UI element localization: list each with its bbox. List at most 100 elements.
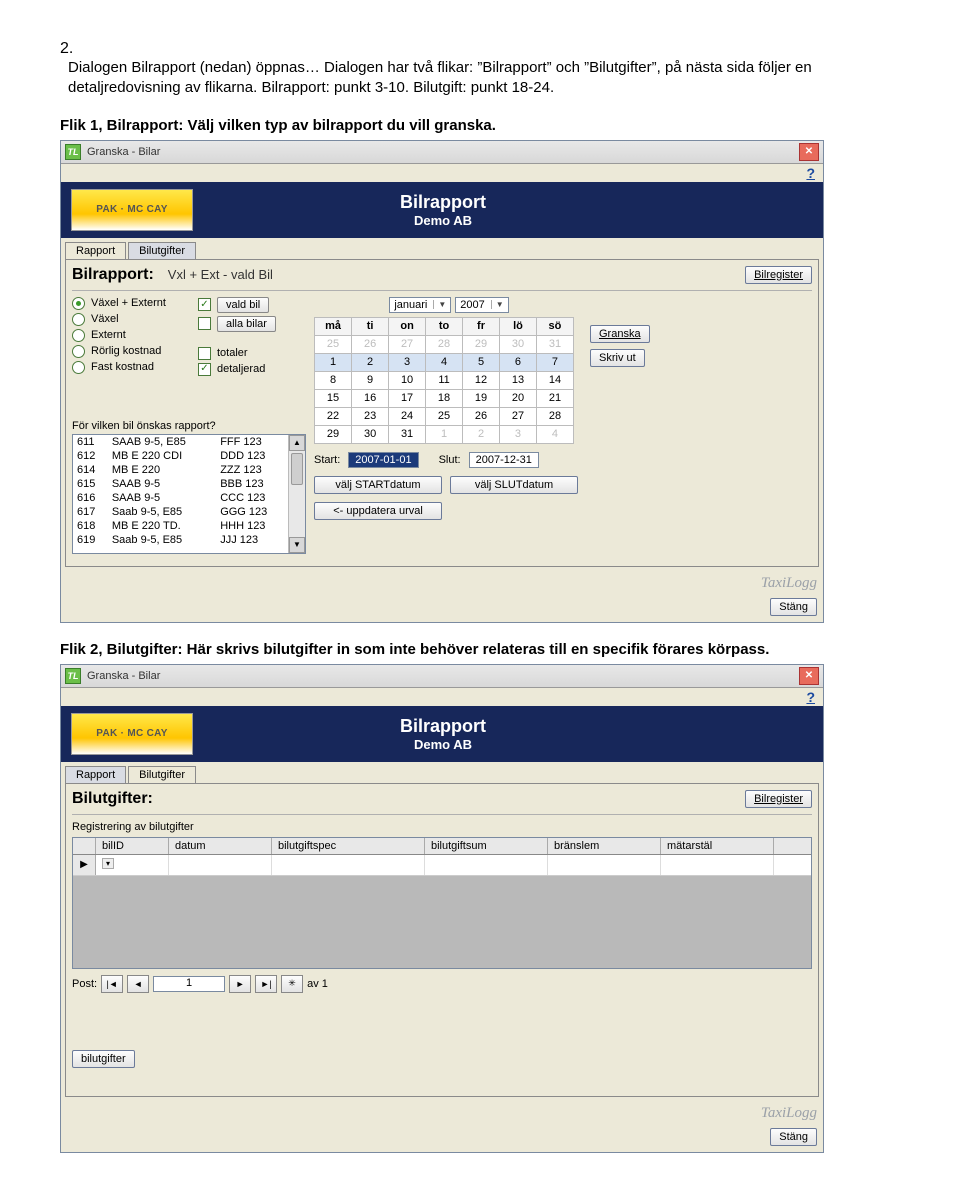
- help-icon[interactable]: ?: [806, 689, 815, 705]
- logo: PAK · MC CAY: [71, 713, 193, 755]
- radio-4[interactable]: [72, 361, 85, 374]
- slut-date-field[interactable]: 2007-12-31: [469, 452, 539, 468]
- list-item[interactable]: 617Saab 9-5, E85GGG 123: [73, 505, 289, 519]
- app-icon: TL: [65, 144, 81, 160]
- window-bilrapport: TL Granska - Bilar ✕ ? PAK · MC CAY Bilr…: [60, 140, 824, 623]
- column-header[interactable]: bilutgiftsum: [425, 838, 548, 854]
- checkbox-totaler[interactable]: [198, 347, 211, 360]
- list-label: För vilken bil önskas rapport?: [72, 420, 308, 432]
- label-detaljerad: detaljerad: [217, 363, 265, 375]
- calendar[interactable]: måtiontofrlösö25262728293031123456789101…: [314, 317, 574, 444]
- nav-position-field[interactable]: 1: [153, 976, 225, 992]
- column-header[interactable]: mätarstäl: [661, 838, 774, 854]
- flik2-caption: Flik 2, Bilutgifter: Här skrivs bilutgif…: [60, 641, 900, 658]
- list-item[interactable]: 618MB E 220 TD.HHH 123: [73, 519, 289, 533]
- radio-group: Växel + ExterntVäxelExterntRörlig kostna…: [72, 297, 192, 377]
- column-header[interactable]: datum: [169, 838, 272, 854]
- taxilogg-watermark: TaxiLogg: [761, 575, 817, 592]
- radio-label: Externt: [91, 329, 126, 341]
- bilregister-button[interactable]: Bilregister: [745, 266, 812, 284]
- titlebar: TL Granska - Bilar ✕: [61, 141, 823, 164]
- post-label: Post:: [72, 978, 97, 990]
- banner-subtitle: Demo AB: [193, 737, 693, 752]
- checkbox-valdbil[interactable]: [198, 298, 211, 311]
- nav-prev-button[interactable]: ◄: [127, 975, 149, 993]
- list-item[interactable]: 612MB E 220 CDIDDD 123: [73, 449, 289, 463]
- stang-button[interactable]: Stäng: [770, 598, 817, 616]
- subheading: Registrering av bilutgifter: [72, 821, 812, 833]
- year-select[interactable]: 2007▼: [455, 297, 508, 313]
- radio-label: Rörlig kostnad: [91, 345, 161, 357]
- radio-label: Växel: [91, 313, 119, 325]
- radio-0[interactable]: [72, 297, 85, 310]
- list-item[interactable]: 615SAAB 9-5BBB 123: [73, 477, 289, 491]
- valj-slutdatum-button[interactable]: välj SLUTdatum: [450, 476, 578, 494]
- scroll-up-icon[interactable]: ▲: [289, 435, 305, 451]
- radio-3[interactable]: [72, 345, 85, 358]
- heading-bilutgifter: Bilutgifter:: [72, 790, 153, 808]
- taxilogg-watermark: TaxiLogg: [761, 1105, 817, 1122]
- flik1-caption: Flik 1, Bilrapport: Välj vilken typ av b…: [60, 117, 900, 134]
- list-item[interactable]: 614MB E 220ZZZ 123: [73, 463, 289, 477]
- list-item[interactable]: 616SAAB 9-5CCC 123: [73, 491, 289, 505]
- logo: PAK · MC CAY: [71, 189, 193, 231]
- nav-next-button[interactable]: ►: [229, 975, 251, 993]
- bilutgifter-button[interactable]: bilutgifter: [72, 1050, 135, 1068]
- row-selector-icon[interactable]: ▶: [73, 855, 96, 875]
- window-title: Granska - Bilar: [87, 146, 799, 158]
- radio-2[interactable]: [72, 329, 85, 342]
- banner-title: Bilrapport: [193, 716, 693, 737]
- start-label: Start:: [314, 454, 340, 466]
- datagrid[interactable]: bilIDdatumbilutgiftspecbilutgiftsumbräns…: [72, 837, 812, 969]
- help-icon[interactable]: ?: [806, 165, 815, 181]
- checkbox-allabilar[interactable]: [198, 317, 211, 330]
- car-listbox[interactable]: 611SAAB 9-5, E85FFF 123612MB E 220 CDIDD…: [72, 434, 306, 554]
- tab-bilutgifter[interactable]: Bilutgifter: [128, 766, 196, 783]
- tabstrip: Rapport Bilutgifter: [61, 762, 823, 783]
- table-row[interactable]: ▶ ▾: [73, 855, 811, 876]
- titlebar: TL Granska - Bilar ✕: [61, 665, 823, 688]
- panel-bilutgifter: Bilutgifter: Bilregister Registrering av…: [65, 783, 819, 1097]
- scrollbar[interactable]: ▲ ▼: [288, 435, 305, 553]
- tabstrip: Rapport Bilutgifter: [61, 238, 823, 259]
- window-title: Granska - Bilar: [87, 670, 799, 682]
- chevron-down-icon: ▼: [433, 300, 446, 309]
- uppdatera-urval-button[interactable]: <- uppdatera urval: [314, 502, 442, 520]
- stang-button[interactable]: Stäng: [770, 1128, 817, 1146]
- banner-subtitle: Demo AB: [193, 213, 693, 228]
- heading-bilrapport: Bilrapport:: [72, 266, 154, 284]
- nav-first-button[interactable]: |◄: [101, 975, 123, 993]
- intro-text: Dialogen Bilrapport (nedan) öppnas… Dial…: [68, 58, 888, 99]
- start-date-field[interactable]: 2007-01-01: [348, 452, 418, 468]
- column-header[interactable]: bränslem: [548, 838, 661, 854]
- heading-sub: Vxl + Ext - vald Bil: [168, 267, 273, 282]
- skrivut-button[interactable]: Skriv ut: [590, 349, 645, 367]
- panel-rapport: Bilrapport: Vxl + Ext - vald Bil Bilregi…: [65, 259, 819, 567]
- valj-startdatum-button[interactable]: välj STARTdatum: [314, 476, 442, 494]
- column-header[interactable]: bilutgiftspec: [272, 838, 425, 854]
- close-icon[interactable]: ✕: [799, 667, 819, 685]
- chevron-down-icon: ▼: [491, 300, 504, 309]
- list-item[interactable]: 619Saab 9-5, E85JJJ 123: [73, 533, 289, 547]
- list-number: 2.: [60, 40, 73, 58]
- chevron-down-icon[interactable]: ▾: [102, 858, 114, 869]
- nav-last-button[interactable]: ►|: [255, 975, 277, 993]
- scroll-down-icon[interactable]: ▼: [289, 537, 305, 553]
- banner: PAK · MC CAY Bilrapport Demo AB: [61, 706, 823, 762]
- checkbox-detaljerad[interactable]: [198, 363, 211, 376]
- scroll-thumb[interactable]: [291, 453, 303, 485]
- slut-label: Slut:: [439, 454, 461, 466]
- nav-new-button[interactable]: ✳: [281, 975, 303, 993]
- column-header[interactable]: bilID: [96, 838, 169, 854]
- tab-rapport[interactable]: Rapport: [65, 766, 126, 783]
- tab-rapport[interactable]: Rapport: [65, 242, 126, 259]
- close-icon[interactable]: ✕: [799, 143, 819, 161]
- month-select[interactable]: januari▼: [389, 297, 451, 313]
- banner: PAK · MC CAY Bilrapport Demo AB: [61, 182, 823, 238]
- list-item[interactable]: 611SAAB 9-5, E85FFF 123: [73, 435, 289, 449]
- tab-bilutgifter[interactable]: Bilutgifter: [128, 242, 196, 259]
- granska-button[interactable]: Granska: [590, 325, 650, 343]
- chip-allabilar: alla bilar: [217, 316, 276, 332]
- radio-1[interactable]: [72, 313, 85, 326]
- bilregister-button[interactable]: Bilregister: [745, 790, 812, 808]
